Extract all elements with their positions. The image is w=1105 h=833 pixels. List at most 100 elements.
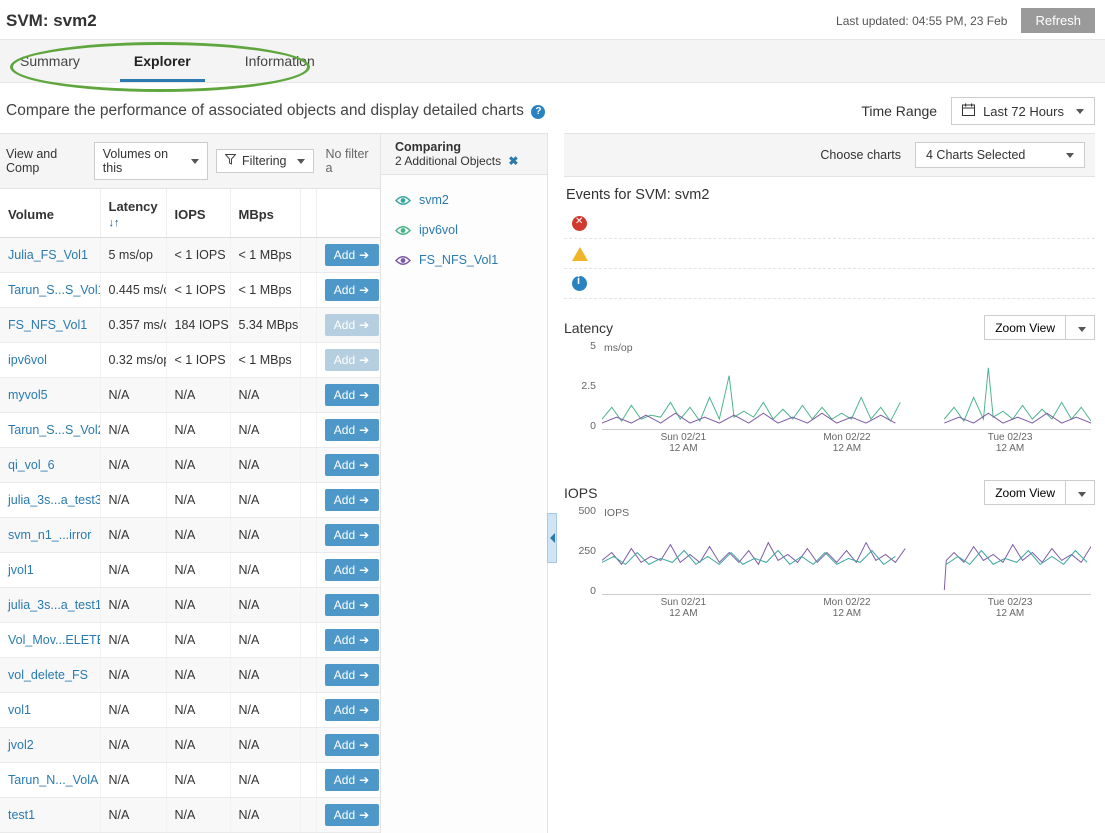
volume-link[interactable]: ipv6vol — [8, 353, 47, 367]
volume-link[interactable]: svm_n1_...irror — [8, 528, 91, 542]
y-tick: 0 — [590, 585, 596, 597]
arrow-right-icon: ➔ — [359, 668, 369, 682]
arrow-right-icon: ➔ — [359, 283, 369, 297]
volume-link[interactable]: vol1 — [8, 703, 31, 717]
cell-mbps: N/A — [230, 518, 300, 553]
add-button[interactable]: Add ➔ — [325, 734, 379, 756]
caret-down-icon — [191, 159, 199, 164]
add-button[interactable]: Add ➔ — [325, 384, 379, 406]
cell-iops: N/A — [166, 658, 230, 693]
table-row: ipv6vol0.32 ms/op< 1 IOPS< 1 MBpsAdd ➔ — [0, 343, 380, 378]
cell-mbps: 5.34 MBps — [230, 308, 300, 343]
add-button[interactable]: Add ➔ — [325, 489, 379, 511]
volume-link[interactable]: Tarun_S...S_Vol2 — [8, 423, 100, 437]
view-compare-value: Volumes on this — [103, 147, 181, 175]
tab-summary[interactable]: Summary — [6, 40, 94, 82]
zoom-view-dropdown[interactable] — [1066, 480, 1095, 505]
zoom-view-dropdown[interactable] — [1066, 315, 1095, 340]
col-mbps[interactable]: MBps — [230, 189, 300, 238]
collapse-panel-toggle[interactable] — [547, 513, 557, 563]
comparing-item[interactable]: svm2 — [395, 185, 537, 215]
volume-link[interactable]: jvol2 — [8, 738, 34, 752]
filtering-label: Filtering — [242, 154, 286, 168]
caret-down-icon — [1076, 109, 1084, 114]
col-iops[interactable]: IOPS — [166, 189, 230, 238]
arrow-right-icon: ➔ — [359, 493, 369, 507]
zoom-view-button[interactable]: Zoom View — [984, 315, 1066, 340]
volume-link[interactable]: myvol5 — [8, 388, 48, 402]
add-button[interactable]: Add ➔ — [325, 559, 379, 581]
add-button[interactable]: Add ➔ — [325, 244, 379, 266]
cell-mbps: N/A — [230, 763, 300, 798]
no-filter-text: No filter a — [322, 147, 374, 175]
event-row-info — [564, 269, 1095, 299]
add-button[interactable]: Add ➔ — [325, 594, 379, 616]
volume-link[interactable]: test1 — [8, 808, 35, 822]
table-row: Julia_FS_Vol15 ms/op< 1 IOPS< 1 MBpsAdd … — [0, 238, 380, 273]
x-tick: Tue 02/2312 AM — [988, 432, 1033, 454]
eye-icon — [395, 225, 411, 236]
arrow-right-icon: ➔ — [359, 773, 369, 787]
cell-iops: N/A — [166, 413, 230, 448]
view-compare-dropdown[interactable]: Volumes on this — [94, 142, 208, 180]
add-button[interactable]: Add ➔ — [325, 524, 379, 546]
add-button[interactable]: Add ➔ — [325, 769, 379, 791]
filtering-dropdown[interactable]: Filtering — [216, 149, 313, 173]
add-button[interactable]: Add ➔ — [325, 699, 379, 721]
add-button[interactable]: Add ➔ — [325, 419, 379, 441]
add-button[interactable]: Add ➔ — [325, 664, 379, 686]
calendar-icon — [962, 103, 975, 119]
caret-down-icon — [297, 159, 305, 164]
add-button[interactable]: Add ➔ — [325, 804, 379, 826]
table-row: jvol1N/AN/AN/AAdd ➔ — [0, 553, 380, 588]
cell-latency: N/A — [100, 483, 166, 518]
table-row: myvol5N/AN/AN/AAdd ➔ — [0, 378, 380, 413]
volume-link[interactable]: Tarun_N..._VolA — [8, 773, 98, 787]
caret-down-icon — [1066, 153, 1074, 158]
add-button[interactable]: Add ➔ — [325, 629, 379, 651]
time-range-dropdown[interactable]: Last 72 Hours — [951, 97, 1095, 125]
table-row: jvol2N/AN/AN/AAdd ➔ — [0, 728, 380, 763]
comparing-item[interactable]: FS_NFS_Vol1 — [395, 245, 537, 275]
volume-link[interactable]: Vol_Mov...ELETE — [8, 633, 100, 647]
col-latency[interactable]: Latency ↓↑ — [100, 189, 166, 238]
refresh-button[interactable]: Refresh — [1021, 8, 1095, 33]
volume-link[interactable]: FS_NFS_Vol1 — [8, 318, 87, 332]
zoom-view-button[interactable]: Zoom View — [984, 480, 1066, 505]
choose-charts-dropdown[interactable]: 4 Charts Selected — [915, 142, 1085, 168]
add-button: Add ➔ — [325, 349, 379, 371]
volume-link[interactable]: Julia_FS_Vol1 — [8, 248, 88, 262]
x-tick: Tue 02/2312 AM — [988, 597, 1033, 619]
sort-desc-icon: ↓↑ — [109, 217, 120, 229]
volume-link[interactable]: vol_delete_FS — [8, 668, 88, 682]
cell-latency: N/A — [100, 413, 166, 448]
help-icon[interactable]: ? — [531, 105, 545, 119]
events-title: Events for SVM: svm2 — [564, 177, 1095, 209]
choose-charts-value: 4 Charts Selected — [926, 148, 1025, 162]
y-tick: 2.5 — [581, 380, 596, 392]
cell-latency: N/A — [100, 798, 166, 833]
add-button[interactable]: Add ➔ — [325, 454, 379, 476]
tab-information[interactable]: Information — [231, 40, 329, 82]
volume-link[interactable]: julia_3s...a_test1 — [8, 598, 100, 612]
cell-latency: 0.445 ms/op — [100, 273, 166, 308]
volume-link[interactable]: julia_3s...a_test3 — [8, 493, 100, 507]
tab-explorer[interactable]: Explorer — [120, 40, 205, 82]
volume-link[interactable]: Tarun_S...S_Vol1 — [8, 283, 100, 297]
add-button[interactable]: Add ➔ — [325, 279, 379, 301]
volume-link[interactable]: qi_vol_6 — [8, 458, 55, 472]
time-range-label: Time Range — [861, 103, 937, 119]
arrow-right-icon: ➔ — [359, 738, 369, 752]
arrow-right-icon: ➔ — [359, 458, 369, 472]
comparing-item[interactable]: ipv6vol — [395, 215, 537, 245]
col-volume[interactable]: Volume — [0, 189, 100, 238]
cell-iops: N/A — [166, 448, 230, 483]
clear-comparing-icon[interactable]: ✖ — [508, 154, 518, 168]
cell-latency: 0.357 ms/op — [100, 308, 166, 343]
y-tick: 500 — [578, 505, 596, 517]
comparing-item-name: svm2 — [419, 193, 449, 207]
cell-iops: N/A — [166, 518, 230, 553]
cell-iops: N/A — [166, 588, 230, 623]
volume-link[interactable]: jvol1 — [8, 563, 34, 577]
arrow-right-icon: ➔ — [359, 528, 369, 542]
